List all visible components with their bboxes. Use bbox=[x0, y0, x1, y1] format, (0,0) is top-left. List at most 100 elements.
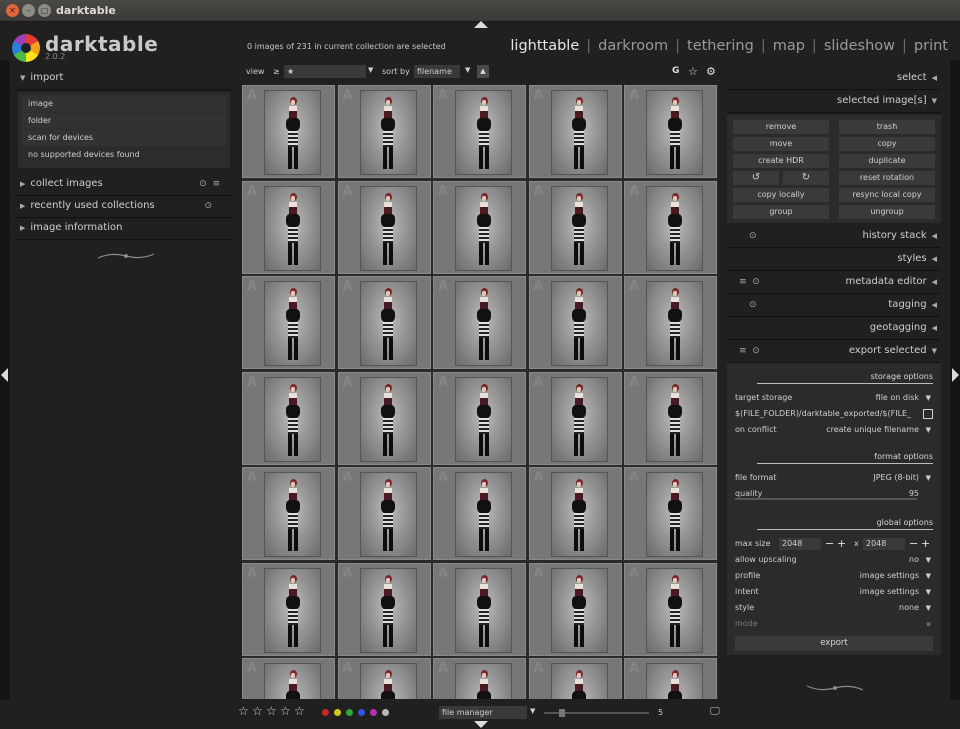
thumbnail[interactable]: A bbox=[242, 467, 335, 560]
view-map[interactable]: map bbox=[773, 38, 805, 54]
recent-collections-header[interactable]: ▶ recently used collections ⊙ bbox=[14, 196, 234, 218]
image-information-header[interactable]: ▶ image information bbox=[14, 218, 234, 240]
group-button[interactable]: group bbox=[733, 205, 829, 219]
history-stack-header[interactable]: ⊙ history stack ◀ bbox=[727, 225, 941, 248]
thumbnail[interactable]: A bbox=[242, 276, 335, 369]
chevron-down-icon[interactable]: ▼ bbox=[926, 422, 931, 438]
view-print[interactable]: print bbox=[914, 38, 948, 54]
reset-icon[interactable]: ⊙ bbox=[752, 277, 760, 287]
thumbnail[interactable]: A bbox=[624, 467, 717, 560]
chevron-down-icon[interactable]: ▼ bbox=[926, 470, 931, 486]
presets-icon[interactable]: ≡ bbox=[739, 277, 747, 287]
thumbnail[interactable]: A bbox=[528, 562, 622, 656]
thumbnail[interactable]: A bbox=[242, 371, 335, 465]
collect-images-header[interactable]: ▶ collect images ⊙ ≡ bbox=[14, 174, 234, 196]
thumbnail[interactable]: A bbox=[337, 85, 431, 178]
thumbnail[interactable]: A bbox=[433, 658, 526, 699]
collapse-right-panel-arrow-icon[interactable] bbox=[952, 368, 959, 382]
reset-rotation-button[interactable]: reset rotation bbox=[839, 171, 935, 185]
ungroup-button[interactable]: ungroup bbox=[839, 205, 935, 219]
duplicate-button[interactable]: duplicate bbox=[839, 154, 935, 168]
style-value[interactable]: none bbox=[899, 600, 919, 616]
presets-icon[interactable]: ≡ bbox=[739, 346, 747, 356]
max-height-input[interactable]: 2048 bbox=[863, 538, 905, 550]
profile-value[interactable]: image settings bbox=[860, 568, 919, 584]
intent-row[interactable]: intent image settings ▼ bbox=[735, 584, 933, 600]
presets-icon[interactable]: ≡ bbox=[212, 179, 220, 189]
chevron-down-icon[interactable]: ▼ bbox=[465, 66, 470, 74]
thumbnail[interactable]: A bbox=[433, 85, 526, 178]
thumbnail[interactable]: A bbox=[433, 467, 526, 560]
export-selected-header[interactable]: ≡ ⊙ export selected ▼ bbox=[727, 340, 941, 363]
minus-icon[interactable]: − bbox=[825, 536, 834, 552]
star-rating-icon[interactable]: ☆ bbox=[280, 704, 291, 718]
star-rating-icon[interactable]: ☆ bbox=[252, 704, 263, 718]
thumbnail[interactable]: A bbox=[242, 85, 335, 178]
thumbnail[interactable]: A bbox=[433, 276, 526, 369]
on-conflict-row[interactable]: on conflict create unique filename ▼ bbox=[735, 422, 933, 438]
collapse-left-panel-arrow-icon[interactable] bbox=[1, 368, 8, 382]
thumbnail[interactable]: A bbox=[528, 371, 622, 465]
import-image-button[interactable]: image bbox=[22, 96, 226, 112]
thumbnail[interactable]: A bbox=[433, 180, 526, 274]
thumbnail[interactable]: A bbox=[337, 276, 431, 369]
import-module-header[interactable]: ▼ import bbox=[14, 68, 234, 90]
zoom-slider-handle[interactable] bbox=[559, 709, 565, 717]
export-path-input[interactable]: $(FILE_FOLDER)/darktable_exported/$(FILE… bbox=[735, 406, 913, 422]
chevron-down-icon[interactable]: ▼ bbox=[368, 66, 373, 74]
thumbnail[interactable]: A bbox=[242, 180, 335, 274]
create-hdr-button[interactable]: create HDR bbox=[733, 154, 829, 168]
plus-icon[interactable]: + bbox=[921, 536, 930, 552]
monitor-icon[interactable]: 🖵 bbox=[710, 706, 720, 717]
chevron-down-icon[interactable]: ▼ bbox=[926, 390, 931, 406]
collapse-top-panel-arrow-icon[interactable] bbox=[474, 21, 488, 28]
export-button[interactable]: export bbox=[735, 636, 933, 651]
rating-filter-combo[interactable]: ★ bbox=[284, 65, 366, 78]
intent-value[interactable]: image settings bbox=[860, 584, 919, 600]
file-format-row[interactable]: file format JPEG (8-bit) ▼ bbox=[735, 470, 933, 486]
quality-slider-track[interactable] bbox=[735, 498, 917, 500]
sort-by-combo[interactable]: filename bbox=[414, 65, 460, 78]
copy-button[interactable]: copy bbox=[839, 137, 935, 151]
on-conflict-value[interactable]: create unique filename bbox=[826, 422, 919, 438]
tagging-header[interactable]: ⊙ tagging ◀ bbox=[727, 294, 941, 317]
thumbnail[interactable]: A bbox=[528, 180, 622, 274]
zoom-slider[interactable] bbox=[544, 709, 649, 717]
metadata-editor-header[interactable]: ≡ ⊙ metadata editor ◀ bbox=[727, 271, 941, 294]
style-row[interactable]: style none ▼ bbox=[735, 600, 933, 616]
window-close-button[interactable]: ✕ bbox=[6, 4, 19, 17]
color-label-blue-icon[interactable] bbox=[358, 709, 365, 716]
reset-icon[interactable]: ⊙ bbox=[749, 294, 757, 316]
thumbnail[interactable]: A bbox=[624, 276, 717, 369]
allow-upscaling-value[interactable]: no bbox=[909, 552, 919, 568]
thumbnail[interactable]: A bbox=[624, 371, 717, 465]
reset-icon[interactable]: ⊙ bbox=[752, 346, 760, 356]
copy-locally-button[interactable]: copy locally bbox=[733, 188, 829, 202]
target-storage-row[interactable]: target storage file on disk ▼ bbox=[735, 390, 933, 406]
reset-icon[interactable]: ⊙ bbox=[199, 179, 207, 189]
view-lighttable[interactable]: lighttable bbox=[510, 38, 579, 54]
resync-local-copy-button[interactable]: resync local copy bbox=[839, 188, 935, 202]
thumbnail[interactable]: A bbox=[433, 562, 526, 656]
thumbnail[interactable]: A bbox=[337, 180, 431, 274]
color-label-purple-icon[interactable] bbox=[370, 709, 377, 716]
thumbnail[interactable]: A bbox=[624, 658, 717, 699]
color-label-gray-icon[interactable] bbox=[382, 709, 389, 716]
thumbnail[interactable]: A bbox=[528, 85, 622, 178]
thumbnail[interactable]: A bbox=[337, 562, 431, 656]
color-label-yellow-icon[interactable] bbox=[334, 709, 341, 716]
plus-icon[interactable]: + bbox=[837, 536, 846, 552]
star-rating-icon[interactable]: ☆ bbox=[266, 704, 277, 718]
chevron-down-icon[interactable]: ▼ bbox=[926, 584, 931, 600]
trash-button[interactable]: trash bbox=[839, 120, 935, 134]
star-overlay-icon[interactable]: ☆ bbox=[688, 65, 698, 78]
rotate-cw-icon[interactable]: ↻ bbox=[783, 171, 829, 185]
thumbnail[interactable]: A bbox=[528, 467, 622, 560]
move-button[interactable]: move bbox=[733, 137, 829, 151]
profile-row[interactable]: profile image settings ▼ bbox=[735, 568, 933, 584]
target-storage-value[interactable]: file on disk bbox=[876, 390, 919, 406]
chevron-down-icon[interactable]: ▼ bbox=[926, 568, 931, 584]
thumbnail[interactable]: A bbox=[528, 276, 622, 369]
view-tethering[interactable]: tethering bbox=[687, 38, 754, 54]
allow-upscaling-row[interactable]: allow upscaling no ▼ bbox=[735, 552, 933, 568]
